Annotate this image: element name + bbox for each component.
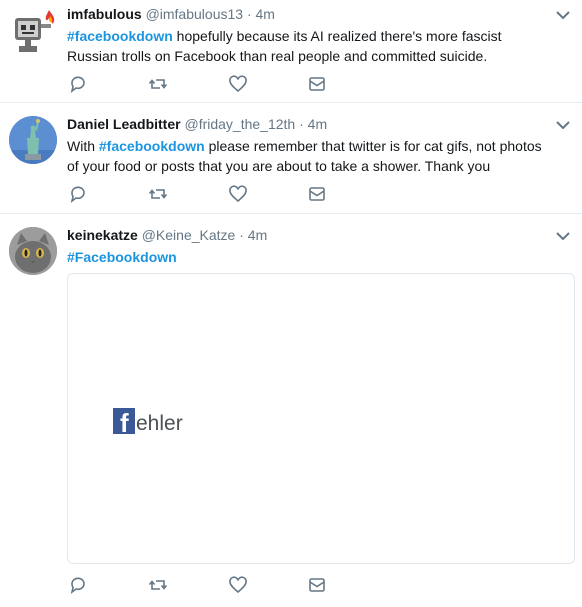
tweet[interactable]: keinekatze @Keine_Katze · 4m #Facebookdo…: [0, 214, 582, 607]
username[interactable]: @imfabulous13: [146, 6, 244, 22]
timestamp[interactable]: 4m: [256, 6, 275, 22]
retweet-icon: [148, 79, 168, 89]
separator: ·: [246, 6, 252, 22]
separator: ·: [299, 116, 304, 132]
like-icon: [229, 75, 247, 93]
timestamp[interactable]: 4m: [248, 227, 267, 243]
like-button[interactable]: [229, 75, 249, 95]
fehler-text: ehler: [136, 412, 183, 435]
retweet-icon: [148, 580, 168, 590]
username[interactable]: @friday_the_12th: [184, 116, 295, 132]
reply-button[interactable]: [69, 185, 89, 205]
chevron-down-icon[interactable]: [556, 10, 570, 20]
like-icon: [229, 185, 247, 203]
robot-avatar-image: [15, 10, 55, 52]
message-button[interactable]: [308, 75, 328, 95]
tweet-text-before: With: [67, 138, 99, 154]
message-icon: [309, 187, 325, 201]
tweet[interactable]: Daniel Leadbitter @friday_the_12th · 4m …: [0, 103, 582, 214]
message-button[interactable]: [308, 576, 328, 596]
retweet-button[interactable]: [148, 75, 169, 95]
reply-icon: [70, 577, 85, 594]
facebook-logo-icon: f: [113, 408, 135, 438]
timestamp[interactable]: 4m: [308, 116, 327, 132]
avatar[interactable]: [9, 116, 57, 164]
tweet-header: keinekatze @Keine_Katze · 4m: [67, 226, 554, 245]
avatar[interactable]: [9, 227, 57, 275]
like-button[interactable]: [229, 576, 249, 596]
tweet-text: With #facebookdown please remember that …: [67, 136, 554, 176]
media-card[interactable]: f ehler: [67, 273, 575, 564]
tweet-actions: [67, 75, 367, 95]
chevron-down-icon[interactable]: [556, 120, 570, 130]
tweet-text: #facebookdown hopefully because its AI r…: [67, 26, 554, 66]
hashtag-link[interactable]: #facebookdown: [99, 138, 205, 154]
tweet-actions: [67, 576, 367, 596]
message-icon: [309, 77, 325, 91]
tweet-actions: [67, 185, 367, 205]
tweet-text: #Facebookdown: [67, 247, 554, 267]
display-name[interactable]: keinekatze: [67, 227, 138, 243]
message-icon: [309, 578, 325, 592]
reply-icon: [70, 186, 85, 203]
message-button[interactable]: [308, 185, 328, 205]
facebook-logo-letter: f: [120, 408, 129, 438]
like-button[interactable]: [229, 185, 249, 205]
cat-avatar-image: [9, 227, 57, 275]
statue-of-liberty-avatar-image: [9, 116, 57, 164]
avatar[interactable]: [9, 8, 57, 56]
tweet[interactable]: imfabulous @imfabulous13 · 4m #facebookd…: [0, 0, 582, 103]
reply-button[interactable]: [69, 576, 89, 596]
reply-button[interactable]: [69, 75, 89, 95]
retweet-button[interactable]: [148, 185, 169, 205]
username[interactable]: @Keine_Katze: [142, 227, 236, 243]
fehler-image: f ehler: [113, 404, 183, 438]
retweet-button[interactable]: [148, 576, 169, 596]
hashtag-link[interactable]: #facebookdown: [67, 28, 173, 44]
display-name[interactable]: Daniel Leadbitter: [67, 116, 181, 132]
tweet-header: imfabulous @imfabulous13 · 4m: [67, 5, 554, 24]
chevron-down-icon[interactable]: [556, 231, 570, 241]
like-icon: [229, 576, 247, 594]
separator: ·: [239, 227, 244, 243]
retweet-icon: [148, 189, 168, 199]
reply-icon: [70, 76, 85, 93]
display-name[interactable]: imfabulous: [67, 6, 142, 22]
tweet-header: Daniel Leadbitter @friday_the_12th · 4m: [67, 115, 554, 134]
hashtag-link[interactable]: #Facebookdown: [67, 249, 177, 265]
